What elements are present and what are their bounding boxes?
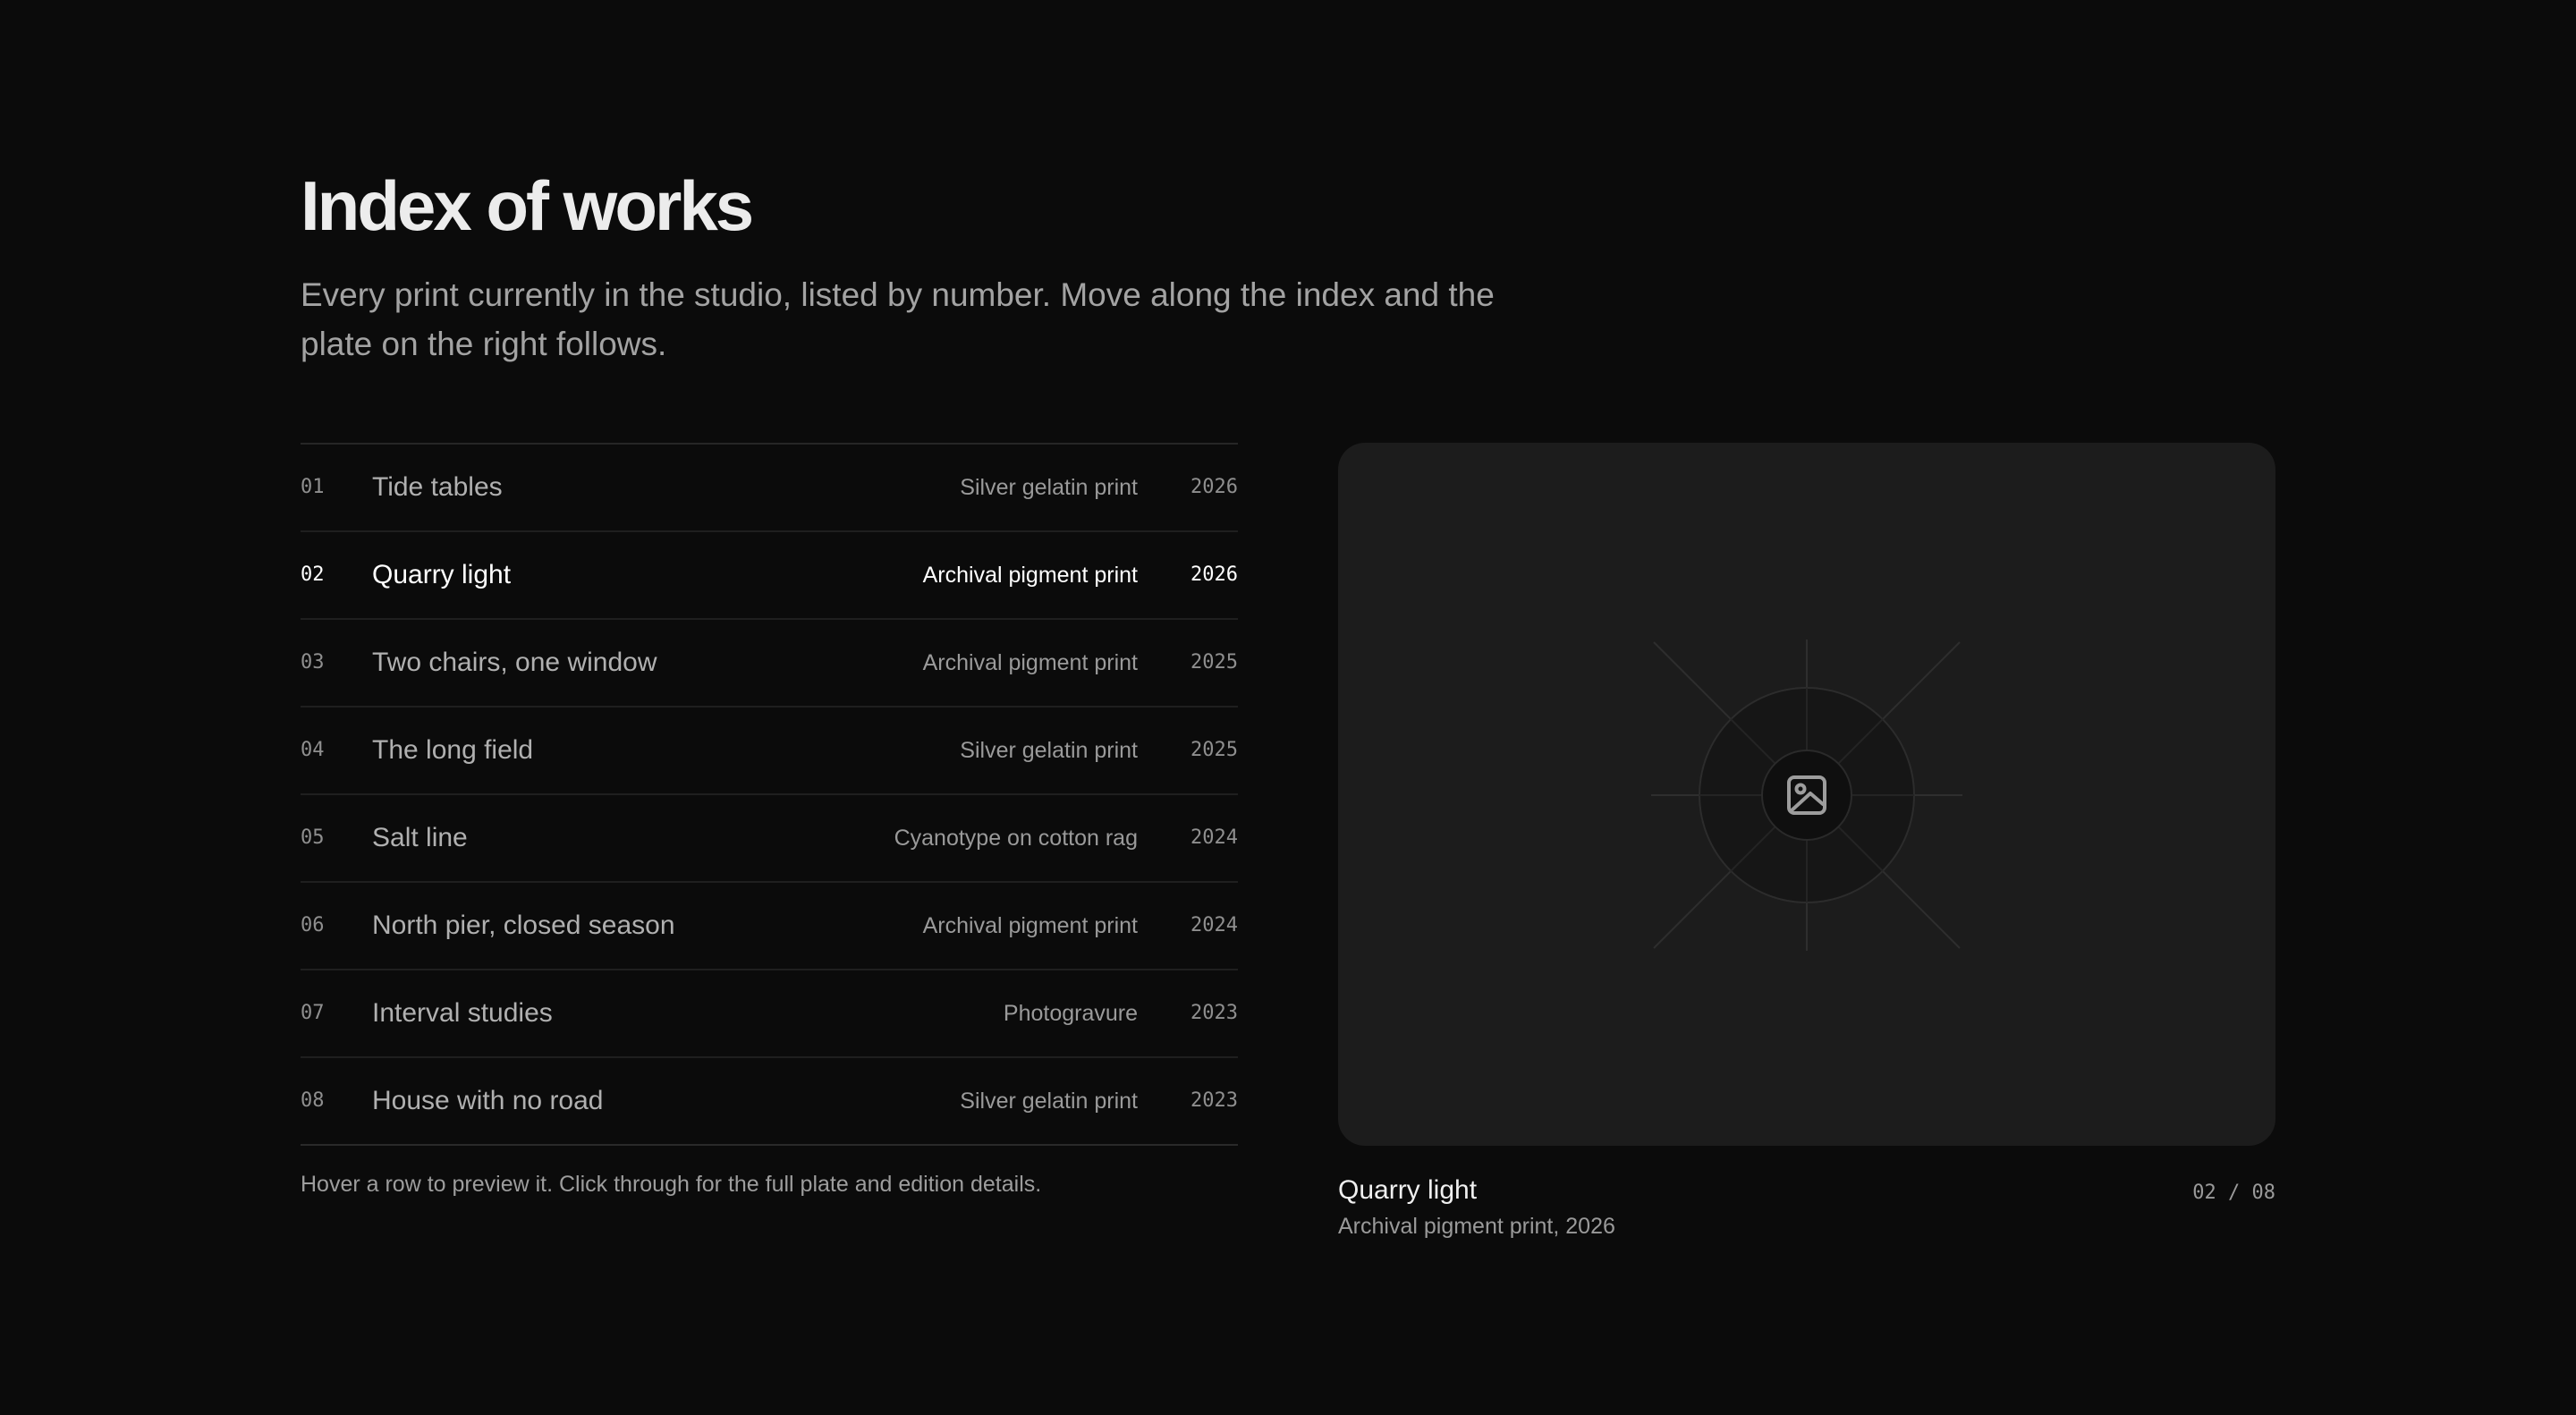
work-title: Salt line <box>372 823 468 852</box>
index-hint: Hover a row to preview it. Click through… <box>301 1172 1042 1197</box>
work-row-04[interactable]: 04 The long field Silver gelatin print 2025 <box>301 708 1238 795</box>
work-year: 2025 <box>1191 651 1238 674</box>
work-number: 05 <box>301 826 325 849</box>
work-row-07[interactable]: 07 Interval studies Photogravure 2023 <box>301 970 1238 1058</box>
work-year: 2023 <box>1191 1089 1238 1112</box>
work-number: 04 <box>301 739 325 761</box>
page-title: Index of works <box>301 166 754 245</box>
work-title: House with no road <box>372 1086 604 1115</box>
work-year: 2024 <box>1191 826 1238 849</box>
work-title: The long field <box>372 735 534 765</box>
preview-subtitle: Archival pigment print, 2026 <box>1338 1214 1615 1239</box>
work-medium: Silver gelatin print <box>960 738 1138 763</box>
index-of-works-page: Index of works Every print currently in … <box>301 0 2275 1415</box>
preview-title: Quarry light <box>1338 1175 1478 1205</box>
page-intro: Every print currently in the studio, lis… <box>301 276 1495 362</box>
work-medium: Archival pigment print <box>922 913 1138 938</box>
work-medium: Cyanotype on cotton rag <box>894 826 1138 851</box>
work-medium: Archival pigment print <box>922 563 1138 588</box>
work-number: 02 <box>301 563 325 586</box>
work-row-05[interactable]: 05 Salt line Cyanotype on cotton rag 2024 <box>301 795 1238 883</box>
work-medium: Archival pigment print <box>922 650 1138 675</box>
work-number: 06 <box>301 914 325 936</box>
preview-plate[interactable] <box>1338 443 2275 1146</box>
work-title: Two chairs, one window <box>372 648 657 677</box>
work-title: North pier, closed season <box>372 911 675 940</box>
work-title: Interval studies <box>372 998 553 1028</box>
work-medium: Silver gelatin print <box>960 1089 1138 1114</box>
work-row-02[interactable]: 02 Quarry light Archival pigment print 2026 <box>301 532 1238 620</box>
works-index: 01 Tide tables Silver gelatin print 2026 02 Q… <box>301 443 1238 1146</box>
work-year: 2023 <box>1191 1002 1238 1024</box>
preview-counter: 02 / 08 <box>2192 1182 2275 1204</box>
work-row-03[interactable]: 03 Two chairs, one window Archival pigment… <box>301 620 1238 708</box>
work-row-06[interactable]: 06 North pier, closed season Archival pigm… <box>301 883 1238 970</box>
work-year: 2025 <box>1191 739 1238 761</box>
work-title: Tide tables <box>372 472 503 502</box>
work-number: 08 <box>301 1089 325 1112</box>
placeholder-illustration <box>1651 640 1962 951</box>
work-row-01[interactable]: 01 Tide tables Silver gelatin print 2026 <box>301 445 1238 532</box>
work-year: 2026 <box>1191 476 1238 498</box>
work-row-08[interactable]: 08 House with no road Silver gelatin print… <box>301 1058 1238 1146</box>
work-year: 2024 <box>1191 914 1238 936</box>
work-number: 07 <box>301 1002 325 1024</box>
work-number: 03 <box>301 651 325 674</box>
work-title: Quarry light <box>372 560 512 589</box>
work-year: 2026 <box>1191 563 1238 586</box>
work-medium: Silver gelatin print <box>960 475 1138 500</box>
work-number: 01 <box>301 476 325 498</box>
work-medium: Photogravure <box>1003 1001 1138 1026</box>
